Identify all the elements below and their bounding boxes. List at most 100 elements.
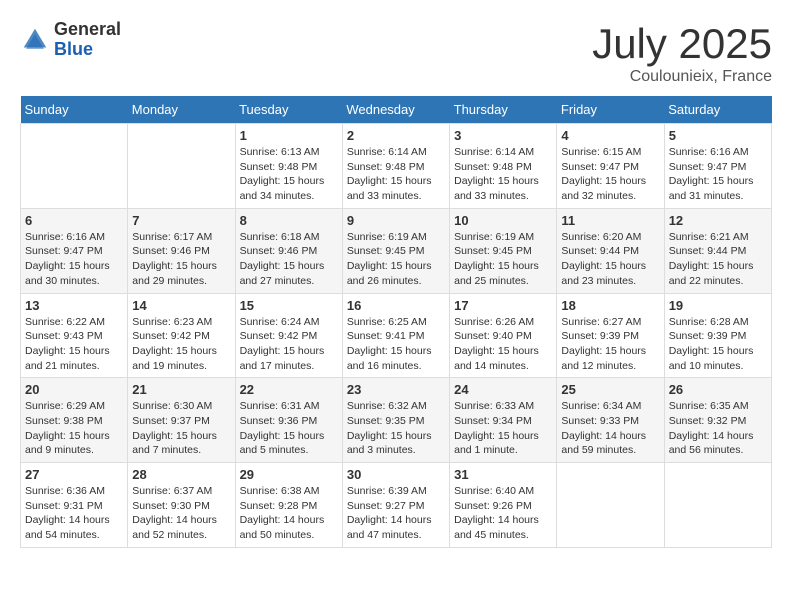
day-number: 25 — [561, 382, 659, 397]
day-info: Sunrise: 6:33 AM Sunset: 9:34 PM Dayligh… — [454, 399, 552, 458]
day-info: Sunrise: 6:14 AM Sunset: 9:48 PM Dayligh… — [454, 145, 552, 204]
calendar-cell: 5 Sunrise: 6:16 AM Sunset: 9:47 PM Daylig… — [664, 124, 771, 209]
calendar-cell: 24 Sunrise: 6:33 AM Sunset: 9:34 PM Dayli… — [450, 378, 557, 463]
day-number: 14 — [132, 298, 230, 313]
day-info: Sunrise: 6:36 AM Sunset: 9:31 PM Dayligh… — [25, 484, 123, 543]
calendar-cell — [21, 124, 128, 209]
day-number: 10 — [454, 213, 552, 228]
day-info: Sunrise: 6:37 AM Sunset: 9:30 PM Dayligh… — [132, 484, 230, 543]
day-number: 30 — [347, 467, 445, 482]
logo-blue-text: Blue — [54, 40, 121, 60]
day-info: Sunrise: 6:28 AM Sunset: 9:39 PM Dayligh… — [669, 315, 767, 374]
calendar-cell: 14 Sunrise: 6:23 AM Sunset: 9:42 PM Dayli… — [128, 293, 235, 378]
logo-icon — [20, 25, 50, 55]
logo: General Blue — [20, 20, 121, 60]
day-info: Sunrise: 6:27 AM Sunset: 9:39 PM Dayligh… — [561, 315, 659, 374]
calendar-table: SundayMondayTuesdayWednesdayThursdayFrid… — [20, 96, 772, 548]
calendar-cell — [664, 463, 771, 548]
week-row-5: 27 Sunrise: 6:36 AM Sunset: 9:31 PM Dayli… — [21, 463, 772, 548]
month-title: July 2025 — [592, 20, 772, 68]
day-info: Sunrise: 6:17 AM Sunset: 9:46 PM Dayligh… — [132, 230, 230, 289]
day-number: 7 — [132, 213, 230, 228]
day-number: 1 — [240, 128, 338, 143]
day-number: 31 — [454, 467, 552, 482]
day-info: Sunrise: 6:35 AM Sunset: 9:32 PM Dayligh… — [669, 399, 767, 458]
week-row-1: 1 Sunrise: 6:13 AM Sunset: 9:48 PM Daylig… — [21, 124, 772, 209]
day-number: 19 — [669, 298, 767, 313]
day-info: Sunrise: 6:20 AM Sunset: 9:44 PM Dayligh… — [561, 230, 659, 289]
day-number: 4 — [561, 128, 659, 143]
calendar-cell: 27 Sunrise: 6:36 AM Sunset: 9:31 PM Dayli… — [21, 463, 128, 548]
day-info: Sunrise: 6:15 AM Sunset: 9:47 PM Dayligh… — [561, 145, 659, 204]
day-number: 11 — [561, 213, 659, 228]
day-of-week-saturday: Saturday — [664, 96, 771, 124]
day-number: 13 — [25, 298, 123, 313]
calendar-cell: 21Sunrise: 6:30 AM Sunset: 9:37 PM Dayli… — [128, 378, 235, 463]
day-number: 6 — [25, 213, 123, 228]
day-number: 15 — [240, 298, 338, 313]
calendar-cell — [557, 463, 664, 548]
day-number: 2 — [347, 128, 445, 143]
day-number: 23 — [347, 382, 445, 397]
day-of-week-sunday: Sunday — [21, 96, 128, 124]
calendar-cell: 29Sunrise: 6:38 AM Sunset: 9:28 PM Dayli… — [235, 463, 342, 548]
day-number: 27 — [25, 467, 123, 482]
day-number: 16 — [347, 298, 445, 313]
calendar-cell: 20 Sunrise: 6:29 AM Sunset: 9:38 PM Dayli… — [21, 378, 128, 463]
week-row-3: 13 Sunrise: 6:22 AM Sunset: 9:43 PM Dayli… — [21, 293, 772, 378]
day-number: 20 — [25, 382, 123, 397]
calendar-cell: 4 Sunrise: 6:15 AM Sunset: 9:47 PM Daylig… — [557, 124, 664, 209]
day-info: Sunrise: 6:14 AM Sunset: 9:48 PM Dayligh… — [347, 145, 445, 204]
logo-general-text: General — [54, 20, 121, 40]
day-number: 24 — [454, 382, 552, 397]
day-of-week-thursday: Thursday — [450, 96, 557, 124]
calendar-cell: 22Sunrise: 6:31 AM Sunset: 9:36 PM Dayli… — [235, 378, 342, 463]
day-info: Sunrise: 6:26 AM Sunset: 9:40 PM Dayligh… — [454, 315, 552, 374]
day-info: Sunrise: 6:25 AM Sunset: 9:41 PM Dayligh… — [347, 315, 445, 374]
day-number: 28 — [132, 467, 230, 482]
calendar-cell: 2 Sunrise: 6:14 AM Sunset: 9:48 PM Daylig… — [342, 124, 449, 209]
calendar-cell: 1 Sunrise: 6:13 AM Sunset: 9:48 PM Daylig… — [235, 124, 342, 209]
day-info: Sunrise: 6:13 AM Sunset: 9:48 PM Dayligh… — [240, 145, 338, 204]
calendar-cell: 25 Sunrise: 6:34 AM Sunset: 9:33 PM Dayli… — [557, 378, 664, 463]
day-number: 12 — [669, 213, 767, 228]
day-info: Sunrise: 6:21 AM Sunset: 9:44 PM Dayligh… — [669, 230, 767, 289]
calendar-cell: 28 Sunrise: 6:37 AM Sunset: 9:30 PM Dayli… — [128, 463, 235, 548]
calendar-cell: 9Sunrise: 6:19 AM Sunset: 9:45 PM Daylig… — [342, 208, 449, 293]
day-number: 22 — [240, 382, 338, 397]
week-row-2: 6Sunrise: 6:16 AM Sunset: 9:47 PM Daylig… — [21, 208, 772, 293]
calendar-cell — [128, 124, 235, 209]
week-row-4: 20 Sunrise: 6:29 AM Sunset: 9:38 PM Dayli… — [21, 378, 772, 463]
day-number: 3 — [454, 128, 552, 143]
calendar-cell: 19 Sunrise: 6:28 AM Sunset: 9:39 PM Dayli… — [664, 293, 771, 378]
day-number: 5 — [669, 128, 767, 143]
day-info: Sunrise: 6:22 AM Sunset: 9:43 PM Dayligh… — [25, 315, 123, 374]
calendar-cell: 15Sunrise: 6:24 AM Sunset: 9:42 PM Dayli… — [235, 293, 342, 378]
day-number: 8 — [240, 213, 338, 228]
day-info: Sunrise: 6:23 AM Sunset: 9:42 PM Dayligh… — [132, 315, 230, 374]
calendar-cell: 18Sunrise: 6:27 AM Sunset: 9:39 PM Dayli… — [557, 293, 664, 378]
calendar-cell: 16 Sunrise: 6:25 AM Sunset: 9:41 PM Dayli… — [342, 293, 449, 378]
day-info: Sunrise: 6:40 AM Sunset: 9:26 PM Dayligh… — [454, 484, 552, 543]
day-info: Sunrise: 6:34 AM Sunset: 9:33 PM Dayligh… — [561, 399, 659, 458]
calendar-body: 1 Sunrise: 6:13 AM Sunset: 9:48 PM Daylig… — [21, 124, 772, 548]
calendar-cell: 7 Sunrise: 6:17 AM Sunset: 9:46 PM Daylig… — [128, 208, 235, 293]
day-number: 17 — [454, 298, 552, 313]
day-of-week-tuesday: Tuesday — [235, 96, 342, 124]
day-info: Sunrise: 6:32 AM Sunset: 9:35 PM Dayligh… — [347, 399, 445, 458]
day-info: Sunrise: 6:29 AM Sunset: 9:38 PM Dayligh… — [25, 399, 123, 458]
calendar-cell: 10 Sunrise: 6:19 AM Sunset: 9:45 PM Dayli… — [450, 208, 557, 293]
calendar-cell: 3 Sunrise: 6:14 AM Sunset: 9:48 PM Daylig… — [450, 124, 557, 209]
calendar-cell: 8Sunrise: 6:18 AM Sunset: 9:46 PM Daylig… — [235, 208, 342, 293]
day-number: 26 — [669, 382, 767, 397]
day-number: 29 — [240, 467, 338, 482]
calendar-header: SundayMondayTuesdayWednesdayThursdayFrid… — [21, 96, 772, 124]
logo-text: General Blue — [54, 20, 121, 60]
location-text: Coulounieix, France — [592, 68, 772, 86]
day-info: Sunrise: 6:19 AM Sunset: 9:45 PM Dayligh… — [454, 230, 552, 289]
day-number: 9 — [347, 213, 445, 228]
day-info: Sunrise: 6:16 AM Sunset: 9:47 PM Dayligh… — [669, 145, 767, 204]
days-of-week-row: SundayMondayTuesdayWednesdayThursdayFrid… — [21, 96, 772, 124]
day-info: Sunrise: 6:39 AM Sunset: 9:27 PM Dayligh… — [347, 484, 445, 543]
calendar-cell: 13 Sunrise: 6:22 AM Sunset: 9:43 PM Dayli… — [21, 293, 128, 378]
